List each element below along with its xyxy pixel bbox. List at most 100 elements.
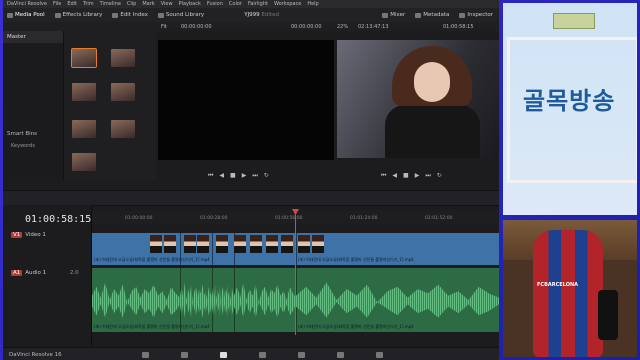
play-reverse-icon[interactable]: ◀ (219, 172, 224, 180)
edit-page-icon[interactable] (219, 351, 227, 358)
loop-icon[interactable]: ↻ (437, 172, 442, 180)
media-thumbnail[interactable] (72, 120, 96, 138)
program-viewer[interactable] (337, 40, 499, 158)
menu-item[interactable]: Fusion (207, 1, 223, 7)
viewer-header: Fit 00:00:00:00 00:00:00:00 22% 02:13:47… (3, 22, 499, 31)
playhead[interactable] (295, 210, 296, 335)
chair-label: FCBARCELONA (537, 282, 579, 288)
ruler-tick-label: 01:00:56:00 (275, 216, 303, 221)
audio-clip[interactable] (212, 268, 235, 332)
ruler-tick-label: 01:01:24:00 (350, 216, 378, 221)
smart-bins-label: Smart Bins (7, 131, 38, 137)
menu-item[interactable]: Mark (142, 1, 154, 7)
viewer-figure-coat (385, 105, 480, 158)
menu-item[interactable]: File (53, 1, 61, 7)
inspector-button[interactable]: Inspector (459, 12, 493, 18)
play-reverse-icon[interactable]: ◀ (392, 172, 397, 180)
audio-clip-name: (초) 허대전대 오글오글(회목옵 롤짱마 선전들 롤짱마신디기_1].mp4 (298, 324, 414, 329)
audio-track-header[interactable]: A1 Audio 1 2.0 (11, 270, 79, 276)
skip-forward-icon[interactable]: ⏭ (252, 172, 257, 180)
audio-waveform (92, 282, 180, 318)
color-page-icon[interactable] (297, 351, 305, 358)
cut-page-icon[interactable] (180, 351, 188, 358)
menu-item[interactable]: Help (307, 1, 318, 7)
clip-thumbnail (266, 235, 278, 253)
timeline-toolbar (3, 190, 499, 206)
menu-item[interactable]: Trim (83, 1, 94, 7)
effects-library-button[interactable]: Effects Library (54, 12, 102, 18)
fusion-page-icon[interactable] (258, 351, 266, 358)
menu-item[interactable]: Color (229, 1, 242, 7)
video-track-badge: V1 (11, 232, 23, 238)
stop-icon[interactable]: ■ (230, 172, 236, 180)
play-icon[interactable]: ▶ (242, 172, 247, 180)
source-viewer[interactable] (158, 40, 334, 160)
metadata-button[interactable]: Metadata (415, 12, 449, 18)
menu-item[interactable]: Clip (127, 1, 136, 7)
audio-clip[interactable] (180, 268, 213, 332)
media-thumbnail[interactable] (72, 83, 96, 101)
fairlight-page-icon[interactable] (336, 351, 344, 358)
loop-icon[interactable]: ↻ (264, 172, 269, 180)
sound-library-button[interactable]: Sound Library (157, 12, 204, 18)
edit-index-button[interactable]: Edit Index (112, 12, 148, 18)
menu-item[interactable]: Edit (67, 1, 77, 7)
audio-waveform (180, 282, 212, 318)
menu-item[interactable]: Fairlight (248, 1, 268, 7)
media-pool-grid (64, 31, 156, 181)
video-clip[interactable] (180, 233, 213, 265)
audio-track-badge: A1 (11, 270, 23, 276)
menu-item[interactable]: Timeline (100, 1, 121, 7)
track-headers (3, 205, 92, 353)
media-thumbnail[interactable] (71, 48, 97, 68)
keywords-bin[interactable]: Keywords (11, 143, 35, 149)
audio-clip[interactable]: (초) 허대전대 오글오글(회목옵 롤짱마 선전들 롤짱마신디기_1].mp4 (92, 268, 210, 332)
mixer-button[interactable]: Mixer (382, 12, 405, 18)
skip-back-icon[interactable]: ⏮ (208, 172, 213, 180)
menu-item[interactable]: DaVinci Resolve (7, 1, 47, 7)
video-track-name: Video 1 (25, 232, 46, 238)
menu-bar: DaVinci Resolve File Edit Trim Timeline … (3, 0, 499, 8)
audio-clip[interactable] (234, 268, 297, 332)
webcam-bottom-panel: FCBARCELONA (503, 220, 637, 357)
clip-thumbnail (234, 235, 246, 253)
clip-thumbnail (250, 235, 262, 253)
ruler-tick-label: 01:00:28:00 (200, 216, 228, 221)
play-icon[interactable]: ▶ (415, 172, 420, 180)
audio-clip[interactable]: (초) 허대전대 오글오글(회목옵 롤짱마 선전들 롤짱마신디기_1].mp4 (296, 268, 499, 332)
media-thumbnail[interactable] (111, 83, 135, 101)
video-clip[interactable]: (초) 허대전대 오글오글(회목옵 롤짱마 선전들 롤짱마신디기_1].mp4 (92, 233, 210, 265)
zoom-dropdown[interactable]: 22% (337, 24, 348, 30)
video-clip[interactable] (212, 233, 235, 265)
master-bin[interactable]: Master (3, 31, 63, 43)
channel-sign: 골목방송 (523, 87, 616, 115)
skip-back-icon[interactable]: ⏮ (381, 172, 386, 180)
skip-forward-icon[interactable]: ⏭ (425, 172, 430, 180)
media-pool-button[interactable]: Media Pool (7, 12, 45, 18)
resolve-window: DaVinci Resolve File Edit Trim Timeline … (3, 0, 499, 360)
effects-icon (54, 12, 61, 18)
source-transport-controls: ⏮ ◀ ■ ▶ ⏭ ↻ (208, 172, 269, 180)
video-clip[interactable]: (초) 허대전대 오글오글(회목옵 롤짱마 선전들 롤짱마신디기_1].mp4 (296, 233, 499, 265)
menu-item[interactable]: Workspace (274, 1, 301, 7)
viewer-figure-face (414, 62, 450, 102)
video-track-header[interactable]: V1 Video 1 (11, 232, 46, 238)
menu-item[interactable]: View (161, 1, 173, 7)
media-page-icon[interactable] (141, 351, 149, 358)
ruler-tick-label: 01:01:52:00 (425, 216, 453, 221)
menu-item[interactable]: Playback (179, 1, 201, 7)
media-thumbnail[interactable] (111, 49, 135, 67)
fit-dropdown[interactable]: Fit (161, 24, 167, 30)
video-clip[interactable] (234, 233, 297, 265)
media-thumbnail[interactable] (111, 120, 135, 138)
media-thumbnail[interactable] (72, 153, 96, 171)
ruler-tick-label: 01:00:00:00 (125, 216, 153, 221)
webcam-top-panel: 골목방송 (503, 3, 637, 215)
project-title: YJ999 Edited (244, 12, 279, 18)
clip-thumbnail (312, 235, 324, 253)
source-timecode: 00:00:00:00 (181, 23, 212, 30)
deliver-page-icon[interactable] (375, 351, 383, 358)
program-duration: 02:13:47:13 (358, 23, 389, 30)
media-pool-icon (7, 12, 13, 18)
stop-icon[interactable]: ■ (403, 172, 409, 180)
